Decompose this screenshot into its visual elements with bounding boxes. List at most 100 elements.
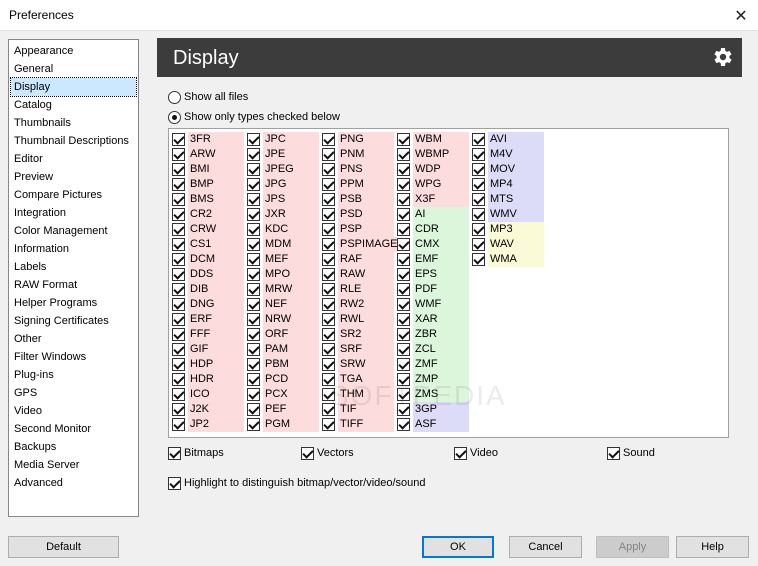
file-type-checkbox[interactable] bbox=[172, 343, 185, 356]
sidebar-item-plug-ins[interactable]: Plug-ins bbox=[11, 366, 136, 384]
file-type-checkbox[interactable] bbox=[322, 148, 335, 161]
sidebar-item-filter-windows[interactable]: Filter Windows bbox=[11, 348, 136, 366]
file-type-item[interactable]: WPG bbox=[397, 177, 469, 192]
file-type-item[interactable]: CRW bbox=[172, 222, 244, 237]
file-type-item[interactable]: PNG bbox=[322, 132, 394, 147]
file-type-item[interactable]: MRW bbox=[247, 282, 319, 297]
file-type-item[interactable]: ZMF bbox=[397, 357, 469, 372]
file-type-item[interactable]: TIFF bbox=[322, 417, 394, 432]
file-type-checkbox[interactable] bbox=[397, 223, 410, 236]
file-type-item[interactable]: M4V bbox=[472, 147, 544, 162]
sidebar-item-advanced[interactable]: Advanced bbox=[11, 474, 136, 492]
file-type-checkbox[interactable] bbox=[322, 373, 335, 386]
file-type-checkbox[interactable] bbox=[397, 193, 410, 206]
file-type-checkbox[interactable] bbox=[397, 148, 410, 161]
file-type-checkbox[interactable] bbox=[472, 193, 485, 206]
file-type-checkbox[interactable] bbox=[397, 133, 410, 146]
file-type-item[interactable]: WBMP bbox=[397, 147, 469, 162]
file-type-item[interactable]: DIB bbox=[172, 282, 244, 297]
sidebar-item-video[interactable]: Video bbox=[11, 402, 136, 420]
file-type-item[interactable]: PSB bbox=[322, 192, 394, 207]
file-type-checkbox[interactable] bbox=[472, 208, 485, 221]
sidebar-item-labels[interactable]: Labels bbox=[11, 258, 136, 276]
file-type-item[interactable]: PGM bbox=[247, 417, 319, 432]
file-type-item[interactable]: WMV bbox=[472, 207, 544, 222]
file-type-checkbox[interactable] bbox=[172, 193, 185, 206]
file-type-checkbox[interactable] bbox=[172, 238, 185, 251]
file-type-checkbox[interactable] bbox=[397, 238, 410, 251]
file-type-checkbox[interactable] bbox=[172, 388, 185, 401]
category-vectors[interactable]: Vectors bbox=[301, 445, 354, 461]
file-type-checkbox[interactable] bbox=[172, 358, 185, 371]
file-type-checkbox[interactable] bbox=[322, 238, 335, 251]
file-type-item[interactable]: 3GP bbox=[397, 402, 469, 417]
file-type-item[interactable]: ASF bbox=[397, 417, 469, 432]
file-type-item[interactable]: DCM bbox=[172, 252, 244, 267]
file-type-checkbox[interactable] bbox=[322, 328, 335, 341]
file-type-item[interactable]: MTS bbox=[472, 192, 544, 207]
file-type-checkbox[interactable] bbox=[322, 163, 335, 176]
file-type-checkbox[interactable] bbox=[322, 298, 335, 311]
cancel-button[interactable]: Cancel bbox=[509, 536, 582, 558]
file-type-checkbox[interactable] bbox=[247, 373, 260, 386]
file-type-item[interactable]: BMI bbox=[172, 162, 244, 177]
file-type-item[interactable]: MOV bbox=[472, 162, 544, 177]
sidebar-item-preview[interactable]: Preview bbox=[11, 168, 136, 186]
file-type-checkbox[interactable] bbox=[397, 358, 410, 371]
file-type-checkbox[interactable] bbox=[247, 148, 260, 161]
file-type-item[interactable]: PNS bbox=[322, 162, 394, 177]
sidebar-item-compare-pictures[interactable]: Compare Pictures bbox=[11, 186, 136, 204]
file-type-item[interactable]: AI bbox=[397, 207, 469, 222]
file-type-checkbox[interactable] bbox=[247, 253, 260, 266]
show-all-radio[interactable] bbox=[168, 90, 181, 104]
file-type-checkbox[interactable] bbox=[247, 163, 260, 176]
file-type-item[interactable]: 3FR bbox=[172, 132, 244, 147]
file-type-item[interactable]: HDR bbox=[172, 372, 244, 387]
gear-icon[interactable] bbox=[710, 45, 734, 69]
sidebar-item-thumbnails[interactable]: Thumbnails bbox=[11, 114, 136, 132]
file-type-checkbox[interactable] bbox=[322, 343, 335, 356]
file-type-checkbox[interactable] bbox=[247, 388, 260, 401]
file-type-item[interactable]: MDM bbox=[247, 237, 319, 252]
show-all-option[interactable]: Show all files bbox=[168, 89, 248, 105]
file-type-checkbox[interactable] bbox=[397, 163, 410, 176]
apply-button[interactable]: Apply bbox=[596, 536, 669, 558]
file-type-checkbox[interactable] bbox=[247, 283, 260, 296]
sidebar-item-display[interactable]: Display bbox=[10, 77, 137, 97]
file-type-checkbox[interactable] bbox=[397, 208, 410, 221]
file-type-checkbox[interactable] bbox=[322, 313, 335, 326]
sidebar-item-general[interactable]: General bbox=[11, 60, 136, 78]
video-checkbox[interactable] bbox=[454, 446, 467, 460]
file-type-checkbox[interactable] bbox=[322, 388, 335, 401]
file-type-checkbox[interactable] bbox=[172, 223, 185, 236]
file-type-checkbox[interactable] bbox=[247, 178, 260, 191]
file-type-item[interactable]: ZCL bbox=[397, 342, 469, 357]
sidebar-item-appearance[interactable]: Appearance bbox=[11, 42, 136, 60]
sidebar-item-catalog[interactable]: Catalog bbox=[11, 96, 136, 114]
file-type-item[interactable]: CS1 bbox=[172, 237, 244, 252]
file-type-item[interactable]: TGA bbox=[322, 372, 394, 387]
file-type-checkbox[interactable] bbox=[172, 163, 185, 176]
sidebar-item-media-server[interactable]: Media Server bbox=[11, 456, 136, 474]
file-type-checkbox[interactable] bbox=[172, 313, 185, 326]
file-type-item[interactable]: BMP bbox=[172, 177, 244, 192]
file-type-item[interactable]: SRW bbox=[322, 357, 394, 372]
file-type-item[interactable]: PPM bbox=[322, 177, 394, 192]
file-type-item[interactable]: XAR bbox=[397, 312, 469, 327]
file-type-checkbox[interactable] bbox=[472, 148, 485, 161]
file-type-item[interactable]: JXR bbox=[247, 207, 319, 222]
file-type-checkbox[interactable] bbox=[397, 313, 410, 326]
file-type-checkbox[interactable] bbox=[172, 178, 185, 191]
file-type-checkbox[interactable] bbox=[247, 313, 260, 326]
file-type-item[interactable]: ZMP bbox=[397, 372, 469, 387]
file-type-checkbox[interactable] bbox=[172, 148, 185, 161]
file-type-item[interactable]: JPEG bbox=[247, 162, 319, 177]
file-type-item[interactable]: ORF bbox=[247, 327, 319, 342]
file-type-item[interactable]: KDC bbox=[247, 222, 319, 237]
file-type-checkbox[interactable] bbox=[322, 283, 335, 296]
file-type-item[interactable]: RWL bbox=[322, 312, 394, 327]
file-type-item[interactable]: X3F bbox=[397, 192, 469, 207]
file-type-item[interactable]: RW2 bbox=[322, 297, 394, 312]
file-type-item[interactable]: BMS bbox=[172, 192, 244, 207]
sidebar-item-other[interactable]: Other bbox=[11, 330, 136, 348]
